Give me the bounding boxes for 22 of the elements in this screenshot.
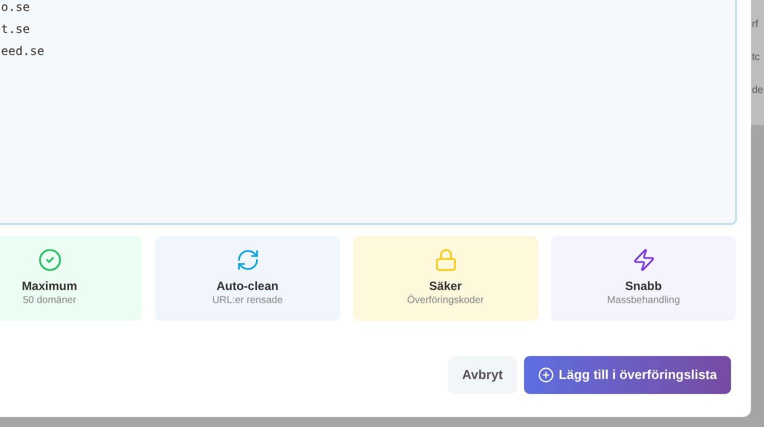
background-text: tc [751, 51, 761, 65]
feature-title: Snabb [625, 279, 662, 294]
lightning-icon [632, 248, 656, 272]
refresh-icon [236, 248, 260, 272]
add-to-transfer-list-button[interactable]: Lägg till i överföringslista [524, 356, 731, 394]
domain-textarea[interactable]: o.se t.se eed.se [0, 0, 737, 225]
feature-title: Maximum [22, 279, 78, 294]
domain-line: t.se [1, 21, 31, 38]
domain-line: eed.se [1, 43, 46, 60]
plus-circle-icon [538, 367, 554, 383]
feature-subtitle: 50 domäner [22, 294, 76, 308]
background-text: de [751, 84, 764, 98]
feature-subtitle: URL:er rensade [212, 294, 283, 308]
domain-line: o.se [1, 0, 31, 16]
feature-title: Säker [429, 279, 462, 294]
feature-title: Auto-clean [216, 279, 278, 294]
lock-icon [434, 248, 458, 272]
background-text: rf [751, 18, 760, 32]
feature-subtitle: Överföringskoder [407, 294, 484, 308]
cancel-button[interactable]: Avbryt [448, 356, 517, 394]
feature-subtitle: Massbehandling [607, 294, 680, 308]
check-circle-icon [38, 248, 62, 272]
